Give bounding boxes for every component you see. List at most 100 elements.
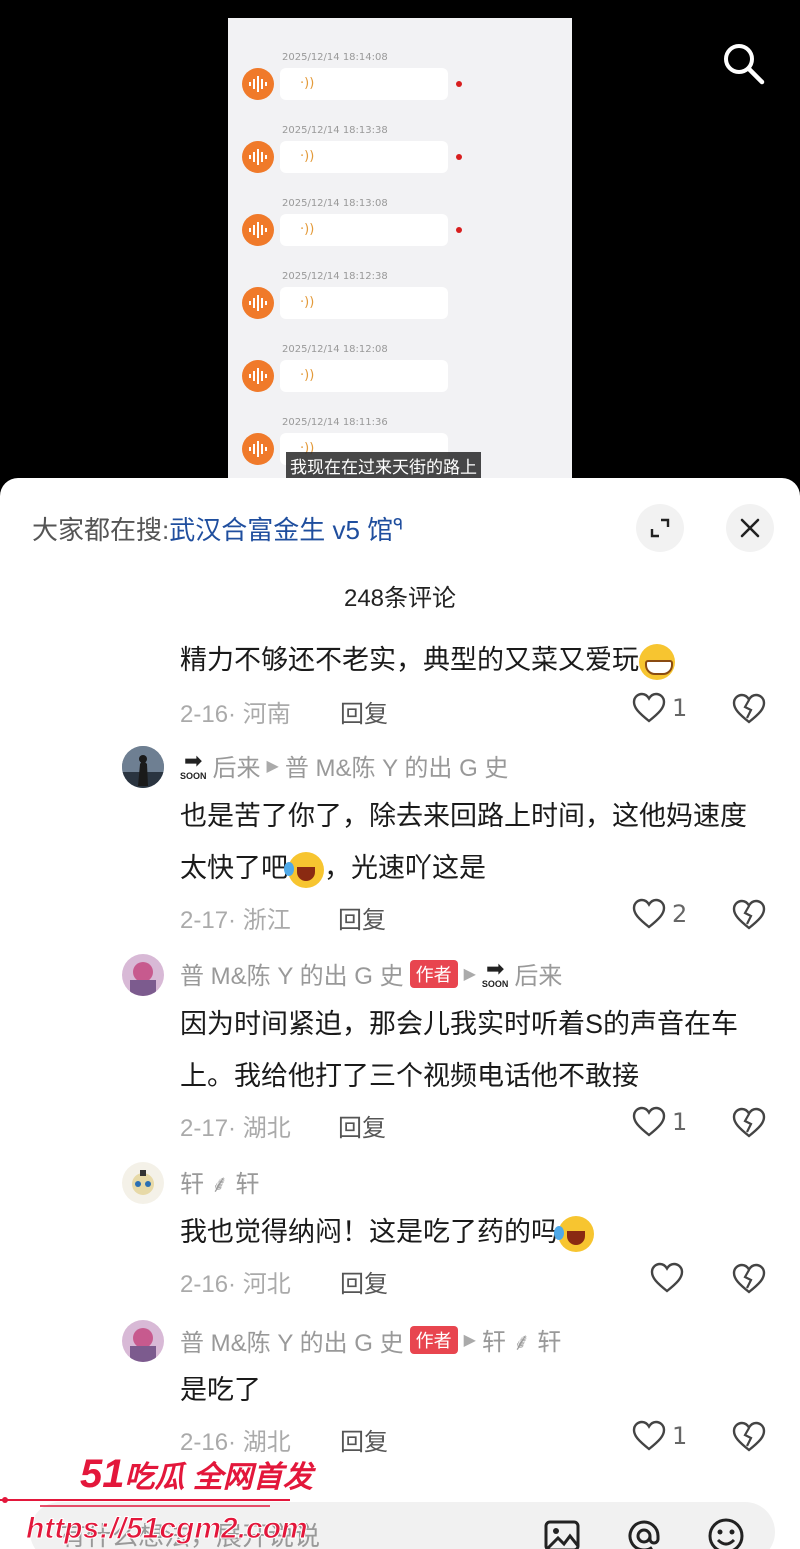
like-count: 1 <box>672 694 688 722</box>
author-badge: 作者 <box>409 1326 458 1354</box>
comment-region: 浙江 <box>242 907 291 934</box>
like-button[interactable]: 1 <box>632 1106 687 1138</box>
voice-timestamp: 2025/12/14 18:13:08 <box>282 198 388 209</box>
reply-button[interactable]: 回复 <box>338 1108 386 1143</box>
comment-header: 普 M&陈 Y 的出 G 史 作者 ▶ ➡ SOON 后来 <box>180 956 562 991</box>
reply-button[interactable]: 回复 <box>340 1264 388 1299</box>
comment-date: 2-16 <box>180 1271 229 1298</box>
voice-bubble[interactable]: ·)) <box>280 214 448 246</box>
speaker-icon: ·)) <box>300 368 315 383</box>
comment-text: 精力不够还不老实，典型的又菜又爱玩 <box>180 634 770 686</box>
like-button[interactable] <box>650 1262 690 1294</box>
voice-bubble[interactable]: ·)) <box>280 141 448 173</box>
reply-to-author[interactable]: 普 M&陈 Y 的出 G 史 <box>285 748 509 783</box>
image-icon[interactable] <box>542 1516 582 1549</box>
dislike-icon[interactable] <box>732 1420 766 1454</box>
voice-message[interactable]: 2025/12/14 18:12:08 ·)) <box>228 344 572 414</box>
laugh-cry-emoji <box>284 851 324 888</box>
comment-date: 2-17 <box>180 907 229 934</box>
soon-arrow-icon: ➡ SOON <box>481 956 509 989</box>
trending-search[interactable]: 大家都在搜:武汉合富金生 v5 馆ᑫ <box>32 510 403 547</box>
unread-dot <box>456 227 462 233</box>
search-icon[interactable] <box>720 40 766 86</box>
dislike-icon[interactable] <box>732 1106 766 1140</box>
comment-meta: 2-17· 湖北 <box>180 1115 291 1142</box>
emoji-icon[interactable] <box>706 1516 746 1549</box>
comment-text: 是吃了 <box>180 1375 261 1405</box>
speaker-icon: ·)) <box>300 222 315 237</box>
author-badge: 作者 <box>409 959 458 988</box>
speaker-icon: ·)) <box>300 76 315 91</box>
comment-author[interactable]: 普 M&陈 Y 的出 G 史 <box>180 956 404 991</box>
comment-date: 2-17 <box>180 1115 229 1142</box>
avatar[interactable] <box>122 1162 164 1204</box>
avatar[interactable] <box>122 1320 164 1362</box>
voice-message[interactable]: 2025/12/14 18:12:38 ·)) <box>228 271 572 341</box>
avatar[interactable] <box>122 954 164 996</box>
comment-author[interactable]: 普 M&陈 Y 的出 G 史 <box>180 1323 404 1358</box>
voice-wave-icon <box>242 433 274 465</box>
heart-icon <box>632 692 666 723</box>
voice-bubble[interactable]: ·)) <box>280 68 448 100</box>
voice-timestamp: 2025/12/14 18:12:38 <box>282 271 388 282</box>
comment-region: 湖北 <box>242 1115 291 1142</box>
reply-button[interactable]: 回复 <box>340 1422 388 1457</box>
heart-icon <box>650 1262 684 1293</box>
like-button[interactable]: 1 <box>632 1420 687 1452</box>
reply-to-author[interactable]: 后来 <box>514 956 562 991</box>
comment-author[interactable]: 后来 <box>213 748 261 783</box>
close-button[interactable] <box>726 504 774 552</box>
voice-message[interactable]: 2025/12/14 18:14:08 ·)) <box>228 52 572 122</box>
comment-header: 普 M&陈 Y 的出 G 史 作者 ▶ 轩 ⸙ 轩 <box>180 1322 561 1358</box>
reply-button[interactable]: 回复 <box>340 694 388 729</box>
voice-wave-icon <box>242 141 274 173</box>
trending-prefix: 大家都在搜: <box>32 515 170 545</box>
reply-button[interactable]: 回复 <box>338 900 386 935</box>
mention-icon[interactable] <box>624 1516 664 1549</box>
video-player[interactable]: 2025/12/14 18:14:08 ·)) 2025/12/14 18:13:3… <box>0 0 800 500</box>
voice-bubble[interactable]: ·)) <box>280 360 448 392</box>
laugh-cry-emoji <box>554 1215 594 1252</box>
reply-arrow-icon: ▶ <box>463 1332 476 1349</box>
comment-text: 也是苦了你了，除去来回路上时间，这他妈速度太快了吧 ，光速吖这是 <box>180 790 770 894</box>
speaker-icon: ·)) <box>300 149 315 164</box>
voice-bubble[interactable]: ·)) <box>280 287 448 319</box>
comment-text: 我也觉得纳闷！这是吃了药的吗 <box>180 1206 770 1258</box>
comment-region: 河北 <box>242 1271 291 1298</box>
dislike-icon[interactable] <box>732 1262 766 1296</box>
dislike-icon[interactable] <box>732 898 766 932</box>
voice-wave-icon <box>242 68 274 100</box>
voice-timestamp: 2025/12/14 18:11:36 <box>282 417 388 428</box>
voice-wave-icon <box>242 360 274 392</box>
trending-link[interactable]: 武汉合富金生 v5 馆 <box>169 515 393 545</box>
expand-icon <box>650 518 670 538</box>
reply-to-author[interactable]: 轩 ⸙ 轩 <box>482 1322 561 1358</box>
avatar[interactable] <box>122 746 164 788</box>
comment-date: 2-16 <box>180 701 229 728</box>
heart-icon <box>632 1420 666 1451</box>
voice-wave-icon <box>242 287 274 319</box>
watermark-lines <box>0 1497 290 1507</box>
voice-timestamp: 2025/12/14 18:12:08 <box>282 344 388 355</box>
watermark-url: https://51cgm2.com <box>26 1512 309 1546</box>
expand-button[interactable] <box>636 504 684 552</box>
video-subtitle: 我现在在过来天街的路上 <box>286 452 481 479</box>
voice-timestamp: 2025/12/14 18:14:08 <box>282 52 388 63</box>
like-button[interactable]: 1 <box>632 692 687 724</box>
voice-wave-icon <box>242 214 274 246</box>
like-count: 2 <box>672 900 688 928</box>
speaker-icon: ·)) <box>300 295 315 310</box>
voice-timestamp: 2025/12/14 18:13:38 <box>282 125 388 136</box>
search-small-icon: ᑫ <box>393 516 404 534</box>
unread-dot <box>456 154 462 160</box>
reply-arrow-icon: ▶ <box>463 965 476 983</box>
unread-dot <box>456 81 462 87</box>
close-icon <box>740 518 760 538</box>
dislike-icon[interactable] <box>732 692 766 726</box>
voice-message[interactable]: 2025/12/14 18:13:38 ·)) <box>228 125 572 195</box>
reply-arrow-icon: ▶ <box>266 757 279 775</box>
comment-author[interactable]: 轩 ⸙ 轩 <box>180 1164 259 1200</box>
voice-message[interactable]: 2025/12/14 18:13:08 ·)) <box>228 198 572 268</box>
like-button[interactable]: 2 <box>632 898 687 930</box>
comment-header: 轩 ⸙ 轩 <box>180 1164 259 1200</box>
